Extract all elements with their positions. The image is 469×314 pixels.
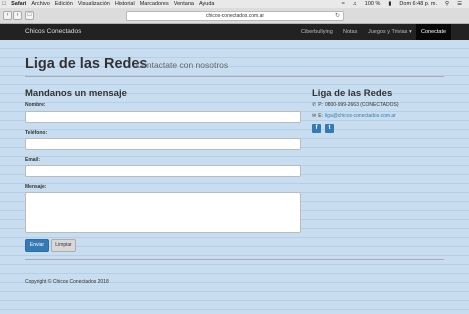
footer-copyright: Copyright © Chicos Conectados 2018 bbox=[25, 279, 109, 285]
contact-phone: ✆ P: 0800-999-2663 (CONECTADOS) bbox=[312, 102, 399, 108]
browser-toolbar: ‹ › □ chicos-conectados.com.ar ↻ bbox=[0, 8, 469, 24]
menu-archivo[interactable]: Archivo bbox=[31, 1, 49, 7]
nav-item-notas[interactable]: Notas bbox=[343, 24, 357, 40]
menu-marcadores[interactable]: Marcadores bbox=[140, 1, 169, 7]
sidebar-heading: Liga de las Redes bbox=[312, 88, 393, 99]
menu-ayuda[interactable]: Ayuda bbox=[199, 1, 215, 7]
phone-icon: ✆ bbox=[312, 102, 317, 108]
social-links: f t bbox=[312, 124, 334, 133]
twitter-icon[interactable]: t bbox=[325, 124, 334, 133]
navbar-brand[interactable]: Chicos Conectados bbox=[25, 24, 81, 40]
nav-item-juegos[interactable]: Juegos y Trivias ▾ bbox=[368, 24, 412, 40]
wifi-icon[interactable]: ≈ bbox=[342, 1, 345, 7]
menu-clock[interactable]: Dom 6:48 p. m. bbox=[399, 1, 437, 7]
phone-number: 0800-999-2663 (CONECTADOS) bbox=[324, 102, 399, 108]
nav-item-juegos-label: Juegos y Trivias bbox=[368, 29, 408, 35]
page-title: Liga de las Redes bbox=[25, 56, 148, 72]
sidebar-icon: □ bbox=[27, 12, 32, 18]
chevron-right-icon: › bbox=[16, 12, 19, 18]
phone-prefix: P: bbox=[318, 102, 323, 108]
divider bbox=[25, 76, 444, 77]
back-button[interactable]: ‹ bbox=[3, 11, 12, 20]
nav-item-conectate[interactable]: Conectate bbox=[416, 24, 452, 40]
url-text: chicos-conectados.com.ar bbox=[205, 13, 265, 19]
page-content: Liga de las Redes Contactate con nosotro… bbox=[0, 40, 469, 314]
name-label: Nombre: bbox=[25, 102, 46, 108]
email-prefix: E: bbox=[318, 113, 323, 119]
phone-label: Teléfono: bbox=[25, 130, 48, 136]
search-icon[interactable]: ⚲ bbox=[445, 1, 449, 7]
email-label: Email: bbox=[25, 157, 41, 163]
nav-item-ciberbullying[interactable]: Ciberbullying bbox=[301, 24, 333, 40]
caret-down-icon: ▾ bbox=[408, 29, 412, 35]
volume-icon[interactable]: ♫ bbox=[353, 1, 357, 7]
site-navbar: Chicos Conectados Ciberbullying Notas Ju… bbox=[0, 24, 469, 40]
reload-icon[interactable]: ↻ bbox=[335, 12, 340, 20]
address-bar[interactable]: chicos-conectados.com.ar ↻ bbox=[126, 11, 344, 21]
email-input[interactable] bbox=[25, 165, 301, 177]
form-heading: Mandanos un mensaje bbox=[25, 88, 127, 99]
page-subtitle: Contactate con nosotros bbox=[136, 60, 229, 70]
phone-input[interactable] bbox=[25, 138, 301, 150]
menu-historial[interactable]: Historial bbox=[115, 1, 135, 7]
notifications-icon[interactable]: ☰ bbox=[457, 1, 462, 7]
facebook-icon[interactable]: f bbox=[312, 124, 321, 133]
forward-button[interactable]: › bbox=[13, 11, 22, 20]
menu-safari[interactable]: Safari bbox=[11, 1, 26, 7]
battery-icon[interactable]: ▮ bbox=[388, 1, 391, 7]
contact-email: ✉ E: liga@chicos-conectados.com.ar bbox=[312, 113, 396, 119]
message-label: Mensaje: bbox=[25, 184, 47, 190]
menu-visualizacion[interactable]: Visualización bbox=[78, 1, 110, 7]
sidebar-toggle-button[interactable]: □ bbox=[25, 11, 34, 20]
send-button[interactable]: Enviar bbox=[25, 239, 49, 252]
menu-ventana[interactable]: Ventana bbox=[174, 1, 194, 7]
chevron-left-icon: ‹ bbox=[6, 12, 9, 18]
message-textarea[interactable] bbox=[25, 192, 301, 233]
footer-divider bbox=[25, 259, 444, 260]
menu-edicion[interactable]: Edición bbox=[55, 1, 73, 7]
envelope-icon: ✉ bbox=[312, 113, 317, 119]
battery-percent: 100 % bbox=[364, 1, 381, 7]
email-link[interactable]: liga@chicos-conectados.com.ar bbox=[325, 113, 396, 119]
name-input[interactable] bbox=[25, 111, 301, 123]
status-area: ≈ ♫ 100 % ▮ Dom 6:48 p. m. ⚲ ☰ bbox=[342, 0, 467, 8]
clear-button[interactable]: Limpiar bbox=[51, 239, 76, 252]
apple-icon[interactable]:  bbox=[2, 1, 6, 7]
os-menubar:  Safari Archivo Edición Visualización H… bbox=[0, 0, 469, 8]
